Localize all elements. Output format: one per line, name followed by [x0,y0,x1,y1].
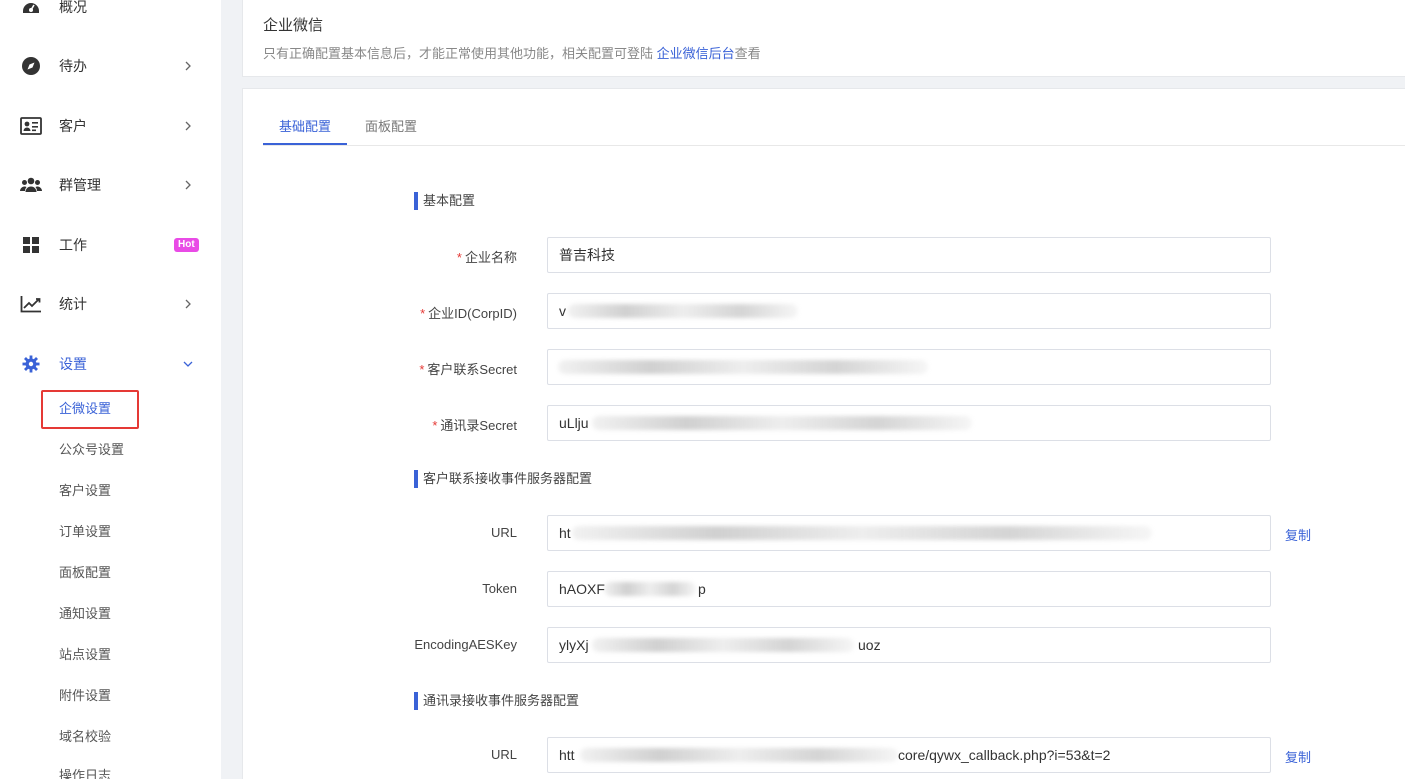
nav-item-groups[interactable]: 群管理 [0,165,221,205]
label-corp-name: * 企业名称 [243,247,517,266]
required-mark: * [420,306,426,321]
label-aes-key: EncodingAESKey [414,637,517,652]
label-customer-secret-text: 客户联系Secret [427,362,517,377]
chevron-right-icon [181,59,195,73]
redaction-blur [592,638,854,652]
description-text: 只有正确配置基本信息后，才能正常使用其他功能，相关配置可登陆 [263,46,657,61]
chevron-right-icon [181,297,195,311]
label-corp-id-text: 企业ID(CorpID) [428,306,517,321]
required-mark: * [432,418,438,433]
aes-key-input[interactable]: ylyXj uoz [547,627,1271,663]
sidebar: 概况 待办 客户 群管理 工作 Hot 统计 设置 企微设置 公众号设置 客户设… [0,0,221,779]
redaction-blur [558,360,928,374]
grid-icon [20,234,42,256]
sub-item-notify-settings[interactable]: 通知设置 [59,604,111,624]
corp-name-value: 普吉科技 [559,247,615,263]
dashboard-icon [20,0,42,18]
section-basic-config: 基本配置 [414,192,475,210]
redaction-blur [604,582,696,596]
hot-badge: Hot [174,238,199,252]
corp-id-input[interactable]: v [547,293,1271,329]
config-panel: 基础配置 面板配置 基本配置 * 企业名称 普吉科技 * 企业ID(CorpID) … [242,88,1405,779]
sub-item-customer-settings[interactable]: 客户设置 [59,481,111,501]
label-contacts-secret-text: 通讯录Secret [440,418,517,433]
contacts-url-value-tail: core/qywx_callback.php?i=53&t=2 [898,747,1111,763]
label-customer-url: URL [490,525,517,540]
corp-name-input[interactable]: 普吉科技 [547,237,1271,273]
nav-label-stats: 统计 [59,296,87,312]
tab-bar: 基础配置 面板配置 [263,89,1405,146]
nav-label-todo: 待办 [59,58,87,74]
contacts-url-value: htt [559,747,575,763]
label-corp-id: * 企业ID(CorpID) [243,303,517,322]
section-contacts-event-server: 通讯录接收事件服务器配置 [414,692,579,710]
sub-item-order-settings[interactable]: 订单设置 [59,522,111,542]
token-value: hAOXF [559,581,605,597]
users-icon [20,174,42,196]
compass-icon [20,55,42,77]
wecom-admin-link[interactable]: 企业微信后台 [657,46,735,61]
redaction-blur [580,748,898,762]
nav-label-settings: 设置 [59,356,87,372]
label-contacts-secret: * 通讯录Secret [243,415,517,434]
aes-key-value: ylyXj [559,637,589,653]
copy-customer-url-button[interactable]: 复制 [1285,525,1311,544]
required-mark: * [456,250,462,265]
sub-item-operation-log[interactable]: 操作日志 [59,766,111,779]
nav-label-work: 工作 [59,237,87,253]
sub-item-wecom-settings[interactable]: 企微设置 [59,399,111,419]
nav-item-customer[interactable]: 客户 [0,106,221,146]
sub-item-panel-config[interactable]: 面板配置 [59,563,111,583]
gear-icon [20,353,42,375]
chevron-down-icon [181,357,195,371]
label-token: Token [482,581,517,596]
customer-url-input[interactable]: ht [547,515,1271,551]
contacts-url-input[interactable]: htt core/qywx_callback.php?i=53&t=2 [547,737,1271,773]
required-mark: * [419,362,425,377]
token-input[interactable]: hAOXF p [547,571,1271,607]
sub-item-attachment-settings[interactable]: 附件设置 [59,686,111,706]
redaction-blur [572,526,1152,540]
section-customer-event-server: 客户联系接收事件服务器配置 [414,470,592,488]
chevron-right-icon [181,119,195,133]
page-title: 企业微信 [263,17,324,34]
nav-item-settings[interactable]: 设置 [0,344,221,384]
nav-label-customer: 客户 [59,118,87,134]
label-contacts-url: URL [490,747,517,762]
nav-item-work[interactable]: 工作 Hot [0,225,221,265]
tab-active-indicator [263,143,347,145]
redaction-blur [568,304,798,318]
sub-item-site-settings[interactable]: 站点设置 [59,645,111,665]
nav-item-overview[interactable]: 概况 [0,0,221,27]
line-chart-icon [20,293,42,315]
aes-key-value-tail: uoz [858,637,881,653]
customer-secret-input[interactable] [547,349,1271,385]
contacts-secret-input[interactable]: uLlju [547,405,1271,441]
description-suffix: 查看 [734,46,761,61]
tab-panel-config[interactable]: 面板配置 [365,116,417,135]
sub-item-domain-verify[interactable]: 域名校验 [59,727,111,747]
sub-item-official-account[interactable]: 公众号设置 [59,440,124,460]
nav-label-groups: 群管理 [59,177,101,193]
tab-basic-config[interactable]: 基础配置 [279,116,331,135]
page-header: 企业微信 只有正确配置基本信息后，才能正常使用其他功能，相关配置可登陆 企业微信… [242,0,1405,77]
corp-id-value: v [559,303,566,319]
label-corp-name-text: 企业名称 [464,250,517,265]
nav-item-todo[interactable]: 待办 [0,46,221,86]
customer-url-value: ht [559,525,571,541]
label-customer-secret: * 客户联系Secret [243,359,517,378]
nav-item-stats[interactable]: 统计 [0,284,221,324]
copy-contacts-url-button[interactable]: 复制 [1285,747,1311,766]
page-description: 只有正确配置基本信息后，才能正常使用其他功能，相关配置可登陆 企业微信后台查看 [263,43,761,62]
nav-label-overview: 概况 [59,0,87,15]
contacts-secret-value: uLlju [559,415,589,431]
id-card-icon [20,115,42,137]
redaction-blur [592,416,972,430]
token-value-tail: p [698,581,706,597]
chevron-right-icon [181,178,195,192]
